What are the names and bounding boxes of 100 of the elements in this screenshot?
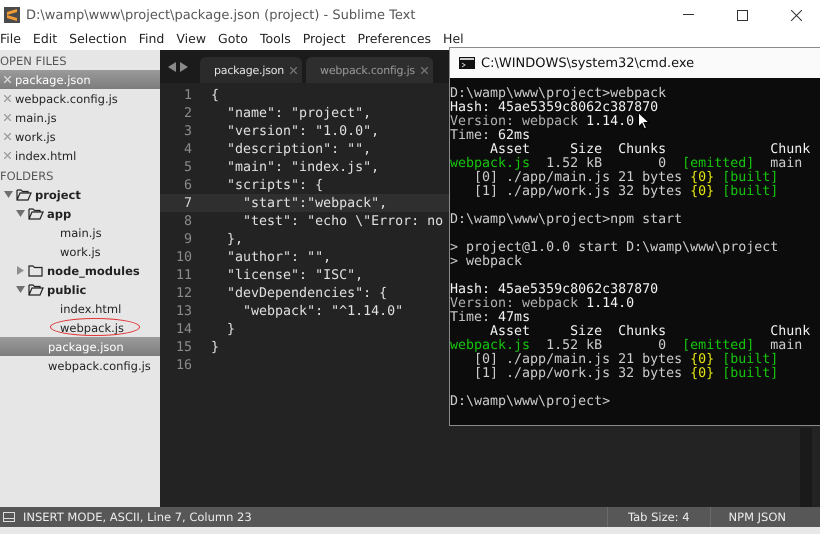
code-line: "description": "", bbox=[226, 142, 372, 156]
console-line: Asset Size Chunks Chunk bbox=[490, 143, 810, 157]
code-line: "author": "", bbox=[226, 250, 332, 264]
tree-entry[interactable]: webpack.config.js bbox=[0, 356, 160, 375]
menu-item[interactable]: Edit bbox=[32, 31, 58, 46]
console-line: Time: 47ms bbox=[450, 311, 530, 325]
console-line: D:\wamp\www\project>npm start bbox=[450, 213, 682, 227]
close-icon[interactable] bbox=[4, 133, 11, 140]
close-icon[interactable] bbox=[290, 66, 298, 74]
menu-item[interactable]: Tools bbox=[260, 31, 291, 46]
console-line: Version: webpack 1.14.0 bbox=[450, 115, 634, 129]
line-number: 7 bbox=[182, 196, 192, 210]
code-line: "start":"webpack", bbox=[242, 196, 388, 210]
tab-size-indicator[interactable]: Tab Size: 4 bbox=[606, 507, 710, 527]
section-heading: FOLDERS bbox=[0, 168, 54, 185]
open-file-item[interactable]: index.html bbox=[0, 146, 160, 165]
code-line: "webpack": "^1.14.0" bbox=[242, 304, 404, 318]
line-number: 4 bbox=[182, 142, 192, 156]
forward-arrow-icon[interactable] bbox=[180, 62, 188, 72]
console-line: Asset Size Chunks Chunk bbox=[490, 325, 810, 339]
menu-item[interactable]: Project bbox=[302, 31, 346, 46]
line-number: 13 bbox=[174, 304, 192, 318]
open-folder-icon bbox=[16, 188, 32, 201]
panel-icon[interactable] bbox=[3, 512, 15, 522]
editor-tab[interactable]: webpack.config.js bbox=[306, 57, 433, 83]
console-line: D:\wamp\www\project> bbox=[450, 395, 610, 409]
console-line: Hash: 45ae5359c8062c387870 bbox=[450, 101, 658, 115]
menu-item[interactable]: Find bbox=[138, 31, 164, 46]
open-file-item[interactable]: work.js bbox=[0, 127, 160, 146]
console-line: webpack.js 1.52 kB 0 [emitted] main bbox=[450, 157, 802, 171]
folder-entry[interactable]: project bbox=[0, 185, 160, 204]
close-icon bbox=[790, 10, 802, 20]
menu-item[interactable]: Preferences bbox=[358, 31, 432, 46]
window-title: D:\wamp\www\project\package.json (project) - Sublime Text bbox=[26, 8, 416, 22]
line-number: 16 bbox=[174, 358, 192, 372]
tree-entry[interactable]: work.js bbox=[0, 242, 160, 261]
folder-entry[interactable]: public bbox=[0, 280, 160, 299]
disclosure-triangle-icon[interactable] bbox=[16, 285, 25, 294]
console-line: > project@1.0.0 start D:\wamp\www\project bbox=[450, 241, 778, 255]
tree-entry[interactable]: index.html bbox=[0, 299, 160, 318]
console-line: Hash: 45ae5359c8062c387870 bbox=[450, 283, 658, 297]
code-line: "devDependencies": { bbox=[226, 286, 388, 300]
line-number: 9 bbox=[182, 232, 192, 246]
console-line: webpack.js 1.52 kB 0 [emitted] main bbox=[450, 339, 802, 353]
code-line: "name": "project", bbox=[226, 106, 372, 120]
line-number: 11 bbox=[174, 268, 192, 282]
folder-icon bbox=[28, 264, 44, 277]
close-icon[interactable] bbox=[420, 66, 428, 74]
menu-item[interactable]: Hel bbox=[443, 31, 464, 46]
disclosure-triangle-icon[interactable] bbox=[4, 190, 13, 199]
folder-entry[interactable]: app bbox=[0, 204, 160, 223]
code-line: } bbox=[226, 322, 236, 336]
syntax-indicator[interactable]: NPM JSON bbox=[710, 507, 808, 527]
section-heading: OPEN FILES bbox=[0, 53, 68, 70]
line-number: 1 bbox=[182, 88, 192, 102]
code-line: "license": "ISC", bbox=[226, 268, 364, 282]
menu-item[interactable]: File bbox=[0, 31, 21, 46]
open-folder-icon bbox=[28, 207, 44, 220]
console-line: [1] ./app/work.js 32 bytes {0} [built] bbox=[473, 185, 778, 199]
open-file-item[interactable]: package.json bbox=[0, 70, 160, 89]
menu-item[interactable]: Selection bbox=[69, 31, 127, 46]
close-icon[interactable] bbox=[4, 152, 11, 159]
line-number: 15 bbox=[174, 340, 192, 354]
minimize-icon bbox=[682, 14, 694, 16]
back-arrow-icon[interactable] bbox=[168, 62, 176, 72]
console-line: Time: 62ms bbox=[450, 129, 530, 143]
line-number: 14 bbox=[174, 322, 192, 336]
code-line: "version": "1.0.0", bbox=[226, 124, 380, 138]
tree-entry[interactable]: package.json bbox=[0, 337, 160, 356]
line-number: 5 bbox=[182, 160, 192, 174]
code-line: "test": "echo \"Error: no bbox=[242, 214, 444, 228]
console-line: [1] ./app/work.js 32 bytes {0} [built] bbox=[473, 367, 778, 381]
console-line: Version: webpack 1.14.0 bbox=[450, 297, 634, 311]
editor-tab[interactable]: package.json bbox=[200, 57, 302, 83]
open-folder-icon bbox=[28, 283, 44, 296]
close-icon[interactable] bbox=[4, 95, 11, 102]
console-line: > webpack bbox=[450, 255, 522, 269]
line-number: 6 bbox=[182, 178, 192, 192]
mouse-pointer-icon bbox=[638, 112, 650, 130]
scrollbar[interactable] bbox=[800, 428, 812, 507]
status-text: INSERT MODE, ASCII, Line 7, Column 23 bbox=[23, 510, 252, 524]
code-line: { bbox=[211, 88, 220, 102]
line-number: 8 bbox=[182, 214, 192, 228]
menu-item[interactable]: Goto bbox=[218, 31, 248, 46]
code-line: "main": "index.js", bbox=[226, 160, 380, 174]
close-icon[interactable] bbox=[4, 114, 11, 121]
menu-item[interactable]: View bbox=[176, 31, 206, 46]
app-icon bbox=[4, 7, 20, 23]
disclosure-triangle-icon[interactable] bbox=[16, 209, 25, 218]
console-line: [0] ./app/main.js 21 bytes {0} [built] bbox=[473, 353, 778, 367]
disclosure-triangle-icon[interactable] bbox=[16, 266, 25, 275]
code-line: "scripts": { bbox=[226, 178, 324, 192]
tree-entry[interactable]: webpack.js bbox=[0, 318, 160, 337]
tree-entry[interactable]: main.js bbox=[0, 223, 160, 242]
window-title: C:\WINDOWS\system32\cmd.exe bbox=[481, 56, 694, 70]
maximize-icon bbox=[736, 10, 748, 20]
open-file-item[interactable]: main.js bbox=[0, 108, 160, 127]
folder-entry[interactable]: node_modules bbox=[0, 261, 160, 280]
console-line: D:\wamp\www\project>webpack bbox=[450, 87, 666, 101]
open-file-item[interactable]: webpack.config.js bbox=[0, 89, 160, 108]
